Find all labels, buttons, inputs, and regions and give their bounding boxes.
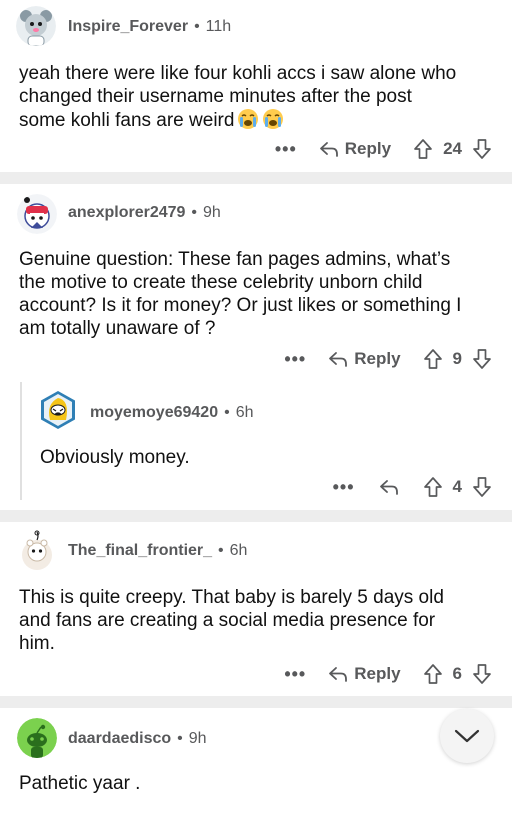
vote-count: 9 — [452, 349, 462, 368]
comment-separator — [0, 510, 512, 522]
reply-button[interactable]: Reply — [328, 664, 401, 684]
upvote-button[interactable] — [413, 138, 433, 160]
downvote-arrow-icon — [473, 477, 491, 497]
upvote-arrow-icon — [423, 349, 442, 369]
upvote-button[interactable] — [423, 663, 443, 685]
downvote-button[interactable] — [472, 663, 492, 685]
avatar[interactable] — [17, 718, 57, 758]
username[interactable]: daardaedisco — [68, 730, 171, 747]
reply-button[interactable] — [379, 478, 399, 496]
timestamp: 6h — [235, 404, 254, 421]
vote-count: 4 — [452, 477, 462, 496]
vote-count: 24 — [443, 139, 462, 158]
comment-actions: ••• 4 — [333, 472, 492, 502]
more-options-button[interactable]: ••• — [284, 664, 306, 685]
downvote-arrow-icon — [473, 664, 491, 684]
avatar[interactable] — [17, 194, 57, 234]
avatar[interactable] — [16, 6, 56, 46]
more-options-button[interactable]: ••• — [275, 139, 297, 160]
username[interactable]: moyemoye69420 — [90, 404, 218, 421]
reply-arrow-icon — [319, 142, 338, 157]
reply-button[interactable]: Reply — [328, 349, 401, 369]
chevron-down-icon — [454, 729, 480, 743]
reply-arrow-icon — [329, 352, 348, 367]
downvote-button[interactable] — [472, 138, 492, 160]
downvote-arrow-icon — [473, 139, 491, 159]
scroll-down-button[interactable] — [440, 709, 494, 763]
username[interactable]: anexplorer2479 — [68, 204, 185, 221]
timestamp: 9h — [203, 204, 221, 221]
loudly-crying-face-emoji — [262, 108, 284, 130]
comment-4: daardaedisco • 9h Pathetic yaar . — [0, 708, 512, 814]
loudly-crying-face-emoji — [237, 108, 259, 130]
reply-arrow-icon — [379, 480, 398, 495]
comment-body: yeah there were like four kohli accs i s… — [19, 63, 457, 131]
upvote-arrow-icon — [414, 139, 432, 159]
downvote-button[interactable] — [472, 476, 492, 498]
upvote-button[interactable] — [423, 348, 443, 370]
upvote-arrow-icon — [423, 664, 442, 684]
comment-actions: ••• Reply 6 — [284, 659, 492, 689]
comment-body: Pathetic yaar . — [19, 773, 141, 794]
username[interactable]: Inspire_Forever — [68, 18, 188, 35]
username[interactable]: The_final_frontier_ — [68, 542, 212, 559]
avatar[interactable] — [17, 530, 57, 572]
comment-meta: anexplorer2479 • 9h — [68, 204, 221, 221]
comment-body: Genuine question: These fan pages admins… — [19, 249, 462, 339]
reply-arrow-icon — [329, 667, 348, 682]
comment-body: Obviously money. — [40, 447, 190, 468]
timestamp: 11h — [205, 18, 232, 35]
more-options-button[interactable]: ••• — [333, 477, 355, 498]
upvote-button[interactable] — [423, 476, 443, 498]
comment-2: anexplorer2479 • 9h Genuine question: Thes… — [0, 184, 512, 510]
comment-meta: Inspire_Forever • 11h — [68, 18, 232, 35]
comment-body: This is quite creepy. That baby is barel… — [19, 587, 444, 654]
avatar[interactable] — [38, 390, 78, 430]
downvote-button[interactable] — [472, 348, 492, 370]
comment-meta: daardaedisco • 9h — [68, 730, 207, 747]
thread-line[interactable] — [20, 382, 22, 500]
downvote-arrow-icon — [473, 349, 491, 369]
comment-meta: moyemoye69420 • 6h — [90, 404, 254, 421]
comment-separator — [0, 172, 512, 184]
vote-count: 6 — [452, 664, 462, 683]
reply-button[interactable]: Reply — [319, 139, 391, 159]
upvote-arrow-icon — [423, 477, 442, 497]
comment-actions: ••• Reply 9 — [284, 344, 492, 374]
timestamp: 6h — [229, 542, 248, 559]
comment-meta: The_final_frontier_ • 6h — [68, 542, 248, 559]
comment-actions: ••• Reply 24 — [275, 134, 492, 164]
more-options-button[interactable]: ••• — [284, 349, 306, 370]
timestamp: 9h — [188, 730, 207, 747]
comment-separator — [0, 696, 512, 708]
comment-3: The_final_frontier_ • 6h This is quite cre… — [0, 522, 512, 696]
comment-1: Inspire_Forever • 11h yeah there were like… — [0, 0, 512, 172]
